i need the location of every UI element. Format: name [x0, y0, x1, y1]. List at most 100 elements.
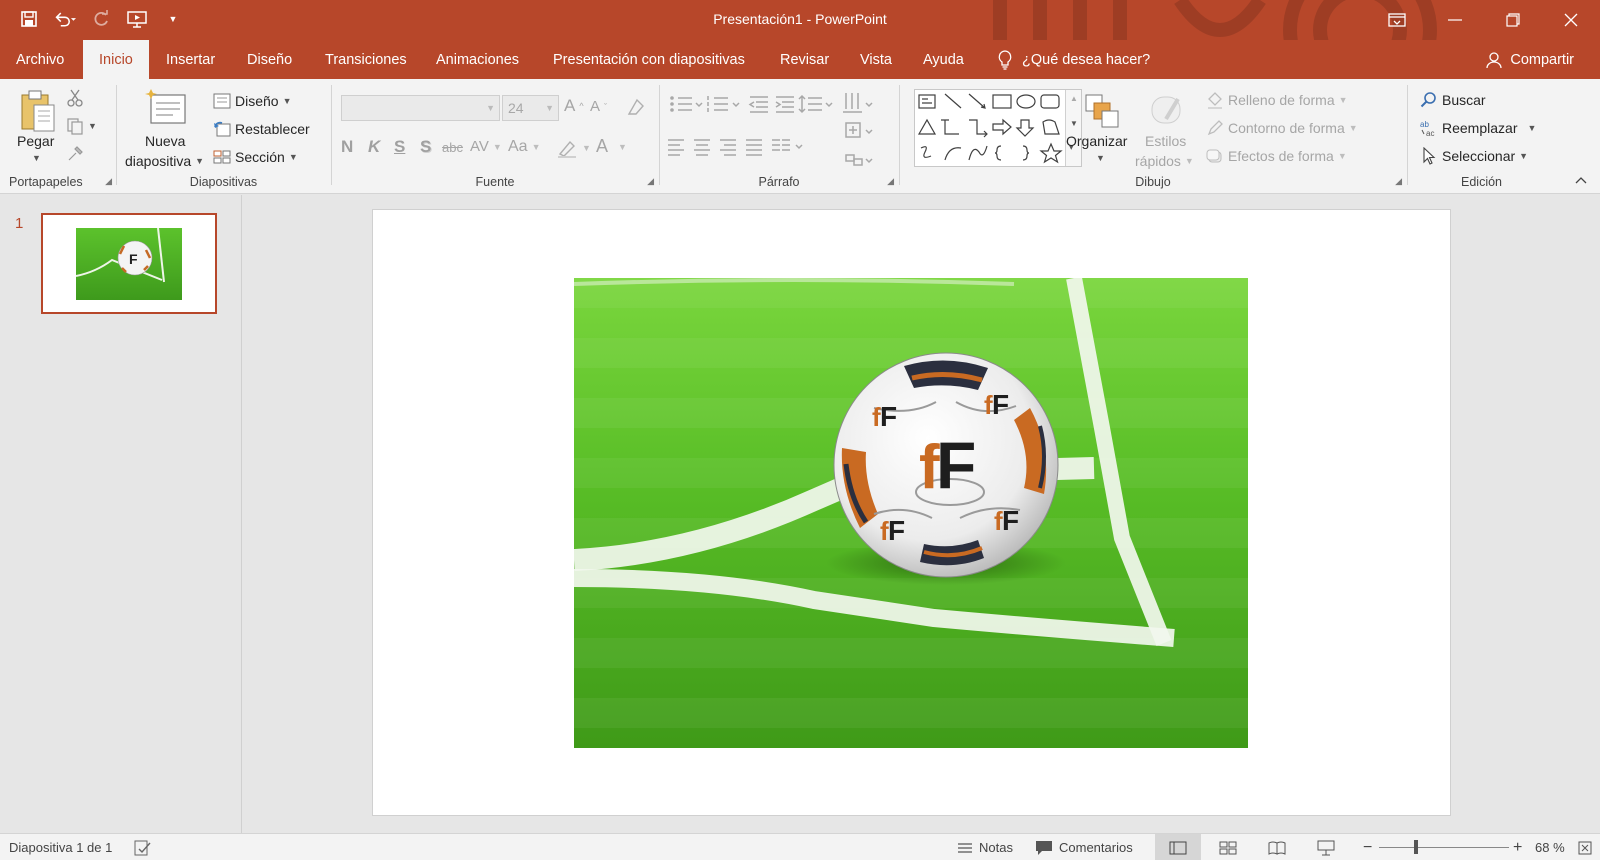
slideshow-view-button[interactable] [1303, 834, 1349, 860]
change-case-button[interactable]: Aa ▼ [508, 138, 541, 156]
comment-icon [1036, 840, 1052, 855]
comments-button[interactable]: Comentarios [1035, 834, 1133, 860]
shadow-button[interactable]: S [420, 137, 431, 157]
collapse-ribbon-icon[interactable] [1574, 175, 1588, 185]
find-label: Buscar [1442, 92, 1486, 108]
tell-me-search[interactable]: ¿Qué desea hacer? [998, 40, 1150, 79]
title-bar: ▼ Presentación1 - PowerPoint [0, 0, 1600, 40]
font-color-icon[interactable]: A ▼ [596, 136, 627, 157]
clear-format-icon[interactable] [626, 97, 646, 117]
new-slide-label-2-text: diapositiva [125, 153, 192, 169]
paint-bucket-icon [1208, 92, 1222, 109]
new-slide-label-1[interactable]: Nueva [145, 133, 185, 149]
spell-check-icon[interactable] [134, 834, 152, 860]
shape-outline-label: Contorno de forma [1228, 120, 1345, 136]
change-case-label: Aa [508, 138, 528, 155]
strikethrough-button[interactable]: abc [442, 140, 463, 155]
char-spacing-button[interactable]: AV ▼ [470, 138, 502, 155]
ribbon-display-options-icon[interactable] [1368, 0, 1426, 40]
slide-sorter-button[interactable] [1205, 834, 1251, 860]
section-button[interactable]: Sección ▼ [213, 149, 298, 165]
tab-archivo[interactable]: Archivo [0, 40, 80, 79]
new-slide-label-2[interactable]: diapositiva ▼ [125, 153, 204, 169]
tab-transiciones[interactable]: Transiciones [309, 40, 423, 79]
copy-icon[interactable]: ▼ [66, 117, 97, 135]
dibujo-launcher-icon[interactable]: ◢ [1395, 176, 1402, 187]
slide[interactable]: f F f F f F f F f F [372, 209, 1451, 816]
normal-view-button[interactable] [1155, 834, 1201, 860]
parrafo-launcher-icon[interactable]: ◢ [887, 176, 894, 187]
find-button[interactable]: Buscar [1420, 91, 1486, 109]
notes-button[interactable]: Notas [957, 834, 1013, 860]
font-size-combo[interactable]: 24 ▼ [502, 95, 559, 121]
select-label: Seleccionar [1442, 148, 1516, 164]
tab-ayuda[interactable]: Ayuda [907, 40, 980, 79]
italic-button[interactable]: K [368, 137, 380, 157]
format-painter-icon[interactable] [66, 145, 84, 163]
shape-fill-button[interactable]: Relleno de forma ▼ [1206, 91, 1348, 109]
replace-button[interactable]: ab ac Reemplazar ▼ [1420, 119, 1536, 137]
close-icon[interactable] [1542, 0, 1600, 40]
zoom-out-icon[interactable]: − [1363, 834, 1372, 860]
paste-button[interactable] [18, 89, 58, 136]
shapes-scroll[interactable]: ▲ ▼ ▾ [1065, 90, 1081, 166]
arrange-dropdown[interactable]: ▼ [1096, 153, 1105, 163]
highlight-icon[interactable]: ▼ [556, 138, 591, 158]
tab-inicio[interactable]: Inicio [83, 40, 149, 79]
select-button[interactable]: Seleccionar ▼ [1420, 147, 1528, 165]
new-slide-button[interactable] [145, 87, 189, 130]
tab-insertar[interactable]: Insertar [150, 40, 231, 79]
shape-effects-button[interactable]: Efectos de forma ▼ [1206, 147, 1347, 165]
section-icon [213, 150, 231, 164]
underline-button[interactable]: S [394, 137, 405, 157]
zoom-slider-thumb[interactable] [1414, 840, 1418, 854]
quick-styles-button[interactable] [1146, 91, 1186, 132]
tab-revisar[interactable]: Revisar [764, 40, 845, 79]
portapapeles-launcher-icon[interactable]: ◢ [105, 176, 112, 187]
tab-animaciones[interactable]: Animaciones [420, 40, 535, 79]
cut-icon[interactable] [66, 89, 84, 107]
reset-label: Restablecer [235, 121, 310, 137]
quick-styles-label-1[interactable]: Estilos [1145, 133, 1186, 149]
zoom-in-icon[interactable]: + [1513, 834, 1522, 860]
share-button[interactable]: Compartir [1486, 40, 1574, 79]
increase-font-icon[interactable]: A ^ [564, 96, 584, 116]
bold-button[interactable]: N [341, 137, 353, 157]
search-icon [1420, 92, 1436, 108]
minimize-icon[interactable] [1426, 0, 1484, 40]
arrange-button[interactable] [1082, 91, 1120, 132]
paste-dropdown[interactable]: ▼ [32, 153, 41, 163]
soccer-ball-picture[interactable]: f F f F f F f F f F [574, 278, 1248, 748]
section-label: Sección [235, 149, 285, 165]
quick-styles-label-2[interactable]: rápidos ▼ [1135, 153, 1194, 169]
decrease-font-icon[interactable]: Aˇ [590, 98, 607, 115]
notes-icon [958, 842, 972, 853]
font-name-combo[interactable]: ▼ [341, 95, 500, 121]
tab-vista[interactable]: Vista [844, 40, 908, 79]
group-label-fuente: Fuente [475, 175, 515, 189]
shape-effects-icon [1206, 149, 1222, 163]
group-label-parrafo: Párrafo [758, 175, 800, 189]
arrange-label[interactable]: Organizar [1066, 133, 1127, 149]
svg-text:F: F [880, 401, 897, 432]
group-label-edicion: Edición [1461, 175, 1502, 189]
tab-diseno[interactable]: Diseño [231, 40, 308, 79]
font-size-value: 24 [508, 100, 524, 116]
layout-button[interactable]: Diseño ▼ [213, 93, 292, 109]
group-label-portapapeles: Portapapeles [9, 175, 83, 189]
tab-presentacion[interactable]: Presentación con diapositivas [537, 40, 761, 79]
slide-number: 1 [15, 215, 24, 232]
shapes-gallery[interactable]: ▲ ▼ ▾ [914, 89, 1082, 167]
status-bar: Diapositiva 1 de 1 Notas Comentarios − +… [0, 833, 1600, 860]
fit-to-window-icon[interactable] [1578, 834, 1592, 860]
zoom-level[interactable]: 68 % [1535, 834, 1565, 860]
window-controls [1368, 0, 1600, 40]
reading-view-button[interactable] [1254, 834, 1300, 860]
slide-thumbnail[interactable]: F [41, 213, 217, 314]
reset-button[interactable]: Restablecer [213, 121, 310, 137]
fuente-launcher-icon[interactable]: ◢ [647, 176, 654, 187]
shape-outline-button[interactable]: Contorno de forma ▼ [1206, 119, 1358, 137]
zoom-slider-track[interactable] [1379, 847, 1509, 848]
paste-label[interactable]: Pegar [17, 133, 54, 149]
restore-icon[interactable] [1484, 0, 1542, 40]
